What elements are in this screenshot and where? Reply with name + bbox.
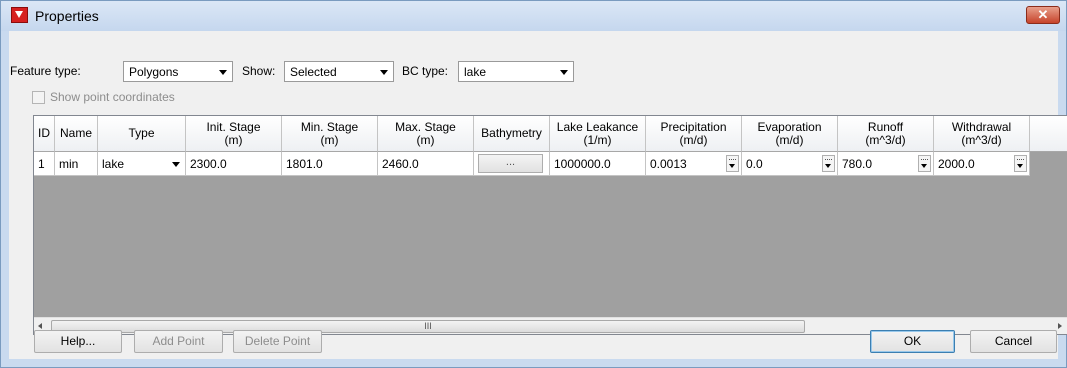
app-logo-icon: [11, 7, 28, 23]
bc-type-value: lake: [464, 65, 487, 79]
column-header-evaporation[interactable]: Evaporation (m/d): [742, 116, 838, 152]
cell-evaporation[interactable]: 0.0: [742, 152, 838, 176]
cell-max-stage[interactable]: 2460.0: [378, 152, 474, 176]
time-series-icon[interactable]: [726, 155, 739, 172]
dialog-client: Feature type: Polygons Show: Selected BC…: [9, 31, 1067, 359]
help-button[interactable]: Help...: [34, 330, 122, 353]
cell-min-stage[interactable]: 1801.0: [282, 152, 378, 176]
feature-type-label: Feature type:: [10, 64, 81, 78]
column-header-init-stage[interactable]: Init. Stage (m): [186, 116, 282, 152]
properties-window: Properties ✕ Feature type: Polygons Show…: [0, 0, 1067, 368]
bc-type-label: BC type:: [402, 64, 449, 78]
cell-name[interactable]: min: [55, 152, 98, 176]
column-header-min-stage[interactable]: Min. Stage (m): [282, 116, 378, 152]
cell-withdrawal[interactable]: 2000.0: [934, 152, 1030, 176]
cancel-button[interactable]: Cancel: [970, 330, 1057, 353]
column-header-precipitation[interactable]: Precipitation (m/d): [646, 116, 742, 152]
properties-table: ID Name Type Init. Stage (m) Min. Stage (m…: [33, 115, 1067, 335]
column-header-max-stage[interactable]: Max. Stage (m): [378, 116, 474, 152]
show-value: Selected: [290, 65, 337, 79]
column-header-withdrawal[interactable]: Withdrawal (m^3/d): [934, 116, 1030, 152]
bc-type-dropdown[interactable]: lake: [458, 61, 574, 82]
cell-precipitation[interactable]: 0.0013: [646, 152, 742, 176]
scroll-right-icon[interactable]: [1058, 323, 1062, 329]
show-point-coordinates-checkbox[interactable]: [32, 91, 45, 104]
cell-bathymetry: ...: [474, 152, 550, 176]
title-bar[interactable]: Properties ✕: [1, 1, 1066, 31]
cell-id: 1: [34, 152, 55, 176]
time-series-icon[interactable]: [918, 155, 931, 172]
bathymetry-button[interactable]: ...: [478, 154, 543, 173]
show-dropdown[interactable]: Selected: [284, 61, 394, 82]
scroll-left-icon[interactable]: [38, 323, 42, 329]
column-header-lake-leakance[interactable]: Lake Leakance (1/m): [550, 116, 646, 152]
delete-point-button[interactable]: Delete Point: [233, 330, 322, 353]
close-icon: ✕: [1037, 7, 1049, 22]
time-series-icon[interactable]: [1014, 155, 1027, 172]
feature-type-dropdown[interactable]: Polygons: [123, 61, 233, 82]
cell-init-stage[interactable]: 2300.0: [186, 152, 282, 176]
cell-type-dropdown[interactable]: lake: [98, 152, 186, 176]
show-label: Show:: [242, 64, 276, 78]
chevron-down-icon: [380, 70, 388, 75]
show-point-coordinates-label: Show point coordinates: [50, 90, 175, 104]
chevron-down-icon: [172, 162, 180, 167]
column-header-type[interactable]: Type: [98, 116, 186, 152]
column-header-bathymetry[interactable]: Bathymetry: [474, 116, 550, 152]
feature-type-value: Polygons: [129, 65, 179, 79]
cell-lake-leakance[interactable]: 1000000.0: [550, 152, 646, 176]
ok-button[interactable]: OK: [870, 330, 955, 353]
cell-runoff[interactable]: 780.0: [838, 152, 934, 176]
window-title: Properties: [35, 8, 99, 24]
time-series-icon[interactable]: [822, 155, 835, 172]
column-header-name[interactable]: Name: [55, 116, 98, 152]
close-button[interactable]: ✕: [1026, 6, 1060, 24]
chevron-down-icon: [219, 70, 227, 75]
column-header-runoff[interactable]: Runoff (m^3/d): [838, 116, 934, 152]
add-point-button[interactable]: Add Point: [134, 330, 223, 353]
column-header-filler: [1030, 116, 1067, 152]
column-header-id[interactable]: ID: [34, 116, 55, 152]
chevron-down-icon: [560, 70, 568, 75]
